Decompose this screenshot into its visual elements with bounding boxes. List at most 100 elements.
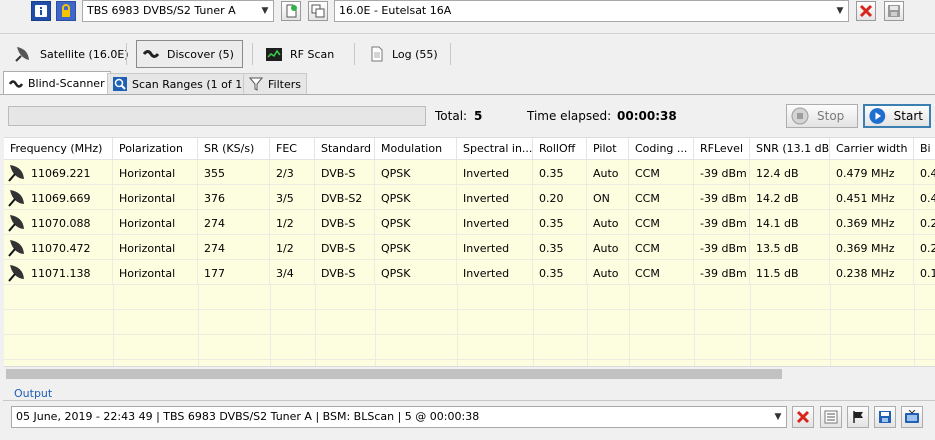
tab-satellite[interactable]: Satellite (16.0E) (8, 40, 135, 68)
tab-log[interactable]: Log (55) (364, 40, 444, 68)
info-icon (35, 5, 47, 17)
copy-button[interactable] (308, 1, 328, 21)
cell-modulation: QPSK (375, 235, 457, 260)
spectrum-icon (266, 47, 282, 61)
save-icon (888, 5, 900, 17)
column-header-frequency[interactable]: Frequency (MHz) (4, 138, 113, 160)
scrollbar-thumb[interactable] (6, 369, 782, 379)
grid-header: Frequency (MHz) Polarization SR (KS/s) FEC S… (4, 138, 935, 160)
column-header-spectral-inversion[interactable]: Spectral in... (457, 138, 533, 160)
column-header-rf-level[interactable]: RFLevel (694, 138, 750, 160)
clear-output-button[interactable] (792, 406, 814, 428)
save-icon (879, 411, 891, 423)
tab-rf-scan[interactable]: RF Scan (260, 40, 340, 68)
cell-snr: 11.5 dB (750, 260, 830, 285)
cell-polarization: Horizontal (113, 210, 198, 235)
cell-coding: CCM (629, 185, 694, 210)
cell-snr: 14.1 dB (750, 210, 830, 235)
dish-icon (8, 215, 24, 232)
cell-rf-level: -39 dBm (694, 260, 750, 285)
tab-scan-ranges[interactable]: Scan Ranges (1 of 1) (107, 73, 253, 94)
cell-coding: CCM (629, 235, 694, 260)
output-log-value: 05 June, 2019 - 22:43 49 | TBS 6983 DVBS… (16, 410, 480, 423)
stop-button-label: Stop (817, 109, 845, 123)
time-elapsed-label: Time elapsed: (527, 109, 612, 123)
stop-button[interactable]: Stop (786, 104, 858, 128)
cell-frequency: 11069.221 (4, 160, 113, 185)
new-document-button[interactable] (281, 1, 301, 21)
tuner-select-value: TBS 6983 DVBS/S2 Tuner A (87, 4, 236, 17)
cell-rolloff: 0.20 (533, 185, 587, 210)
signal-icon (9, 79, 23, 88)
log-icon (371, 46, 383, 62)
cell-symbol-rate: 355 (198, 160, 270, 185)
cell-coding: CCM (629, 210, 694, 235)
cell-frequency: 11069.669 (4, 185, 113, 210)
lock-icon (62, 4, 70, 17)
cell-carrier-width: 0.238 MHz (830, 260, 914, 285)
save-output-button[interactable] (874, 406, 896, 428)
tab-separator (126, 43, 127, 65)
tab-blind-scanner-label: Blind-Scanner (28, 77, 105, 90)
horizontal-scrollbar[interactable] (4, 366, 935, 380)
empty-row (4, 335, 935, 360)
cell-rf-level: -39 dBm (694, 160, 750, 185)
cell-modulation: QPSK (375, 260, 457, 285)
list-view-button[interactable] (820, 406, 842, 428)
cell-modulation: QPSK (375, 210, 457, 235)
cell-pilot: ON (587, 185, 629, 210)
column-header-standard[interactable]: Standard (315, 138, 375, 160)
close-button[interactable] (856, 1, 876, 21)
copy-icon (311, 4, 325, 18)
info-button[interactable] (31, 1, 51, 21)
close-icon (796, 410, 810, 424)
column-header-bitrate[interactable]: Bi (914, 138, 935, 160)
table-row[interactable]: 11071.138 Horizontal 177 3/4 DVB-S QPSK Invert… (4, 260, 935, 285)
play-icon (869, 108, 886, 124)
cell-standard: DVB-S (315, 260, 375, 285)
column-header-fec[interactable]: FEC (270, 138, 315, 160)
cell-snr: 13.5 dB (750, 235, 830, 260)
tab-blind-scanner[interactable]: Blind-Scanner (3, 71, 111, 95)
cell-modulation: QPSK (375, 185, 457, 210)
save-button[interactable] (884, 1, 904, 21)
tuner-select[interactable]: TBS 6983 DVBS/S2 Tuner A ▼ (82, 0, 274, 22)
column-header-rolloff[interactable]: RollOff (533, 138, 587, 160)
column-header-carrier-width[interactable]: Carrier width (830, 138, 914, 160)
cell-rf-level: -39 dBm (694, 185, 750, 210)
table-row[interactable]: 11070.088 Horizontal 274 1/2 DVB-S QPSK Invert… (4, 210, 935, 235)
column-header-snr[interactable]: SNR (13.1 dB) (750, 138, 830, 160)
column-header-pilot[interactable]: Pilot (587, 138, 629, 160)
table-row[interactable]: 11069.669 Horizontal 376 3/5 DVB-S2 QPSK Inver… (4, 185, 935, 210)
flag-button[interactable] (847, 406, 869, 428)
frequency-value: 11069.221 (31, 167, 91, 180)
cell-bitrate: 0.1 (914, 260, 935, 285)
satellite-select[interactable]: 16.0E - Eutelsat 16A ▼ (334, 0, 849, 22)
cell-polarization: Horizontal (113, 185, 198, 210)
chevron-down-icon: ▼ (774, 412, 782, 422)
cell-rolloff: 0.35 (533, 235, 587, 260)
table-row[interactable]: 11070.472 Horizontal 274 1/2 DVB-S QPSK Invert… (4, 235, 935, 260)
tab-discover[interactable]: Discover (5) (136, 40, 243, 68)
tab-log-label: Log (55) (392, 47, 438, 61)
output-log-select[interactable]: 05 June, 2019 - 22:43 49 | TBS 6983 DVBS… (11, 406, 787, 428)
cell-frequency: 11070.472 (4, 235, 113, 260)
tv-icon (905, 410, 919, 423)
column-header-polarization[interactable]: Polarization (113, 138, 198, 160)
dish-icon (8, 190, 24, 207)
cell-standard: DVB-S (315, 210, 375, 235)
column-header-coding[interactable]: Coding ... (629, 138, 694, 160)
column-header-modulation[interactable]: Modulation (375, 138, 457, 160)
lock-button[interactable] (56, 1, 76, 21)
cell-spectral-inversion: Inverted (457, 160, 533, 185)
start-button[interactable]: Start (863, 104, 931, 128)
new-document-icon (286, 4, 297, 18)
dish-icon (8, 240, 24, 257)
column-header-symbol-rate[interactable]: SR (KS/s) (198, 138, 270, 160)
results-grid[interactable]: Frequency (MHz) Polarization SR (KS/s) FEC S… (4, 137, 935, 380)
tab-filters[interactable]: Filters (243, 73, 307, 94)
close-icon (859, 4, 873, 18)
cell-pilot: Auto (587, 260, 629, 285)
table-row[interactable]: 11069.221 Horizontal 355 2/3 DVB-S QPSK Invert… (4, 160, 935, 185)
tv-button[interactable] (901, 406, 923, 428)
